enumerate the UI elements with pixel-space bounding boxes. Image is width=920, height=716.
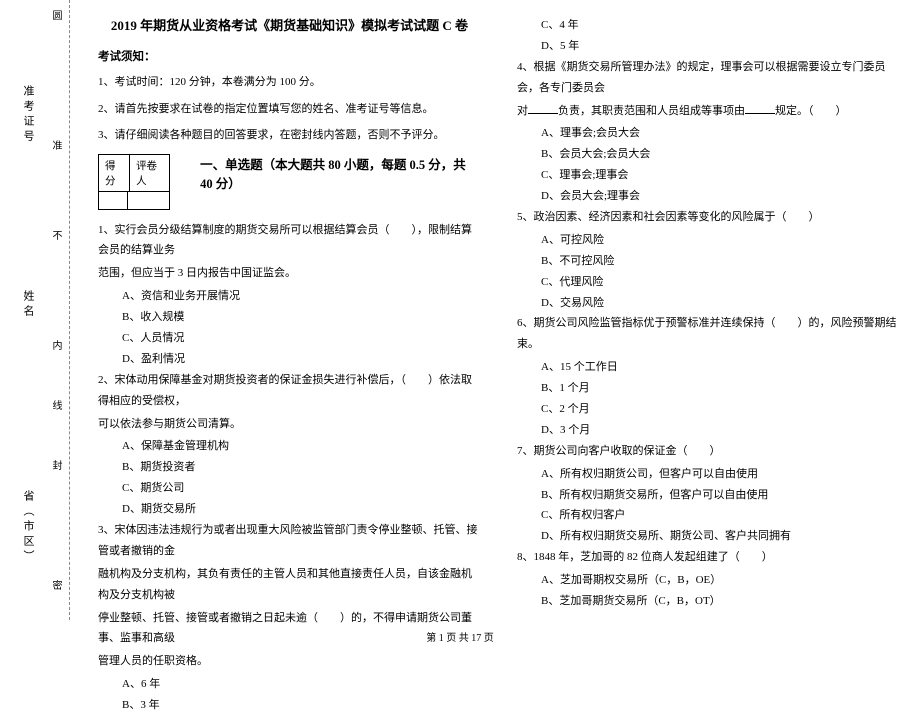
q7-opt-c: C、所有权归客户 bbox=[517, 505, 900, 526]
q4-opt-c: C、理事会;理事会 bbox=[517, 165, 900, 186]
margin-char-zhun: 准 bbox=[48, 140, 63, 158]
q2-opt-d: D、期货交易所 bbox=[98, 499, 481, 520]
q6-opt-b: B、1 个月 bbox=[517, 378, 900, 399]
notice-3: 3、请仔细阅读各种题目的回答要求，在密封线内答题，否则不予评分。 bbox=[98, 127, 481, 144]
notice-2: 2、请首先按要求在试卷的指定位置填写您的姓名、准考证号等信息。 bbox=[98, 101, 481, 118]
section-1-title: 一、单选题（本大题共 80 小题，每题 0.5 分，共 40 分） bbox=[200, 154, 481, 192]
q2-opt-c: C、期货公司 bbox=[98, 478, 481, 499]
notice-1: 1、考试时间：120 分钟，本卷满分为 100 分。 bbox=[98, 74, 481, 91]
q3-opt-a: A、6 年 bbox=[98, 674, 481, 695]
q7-opt-d: D、所有权归期货交易所、期货公司、客户共同拥有 bbox=[517, 526, 900, 547]
score-section: 得分 评卷人 一、单选题（本大题共 80 小题，每题 0.5 分，共 40 分） bbox=[98, 154, 481, 210]
admission-number-label: 准考证号 bbox=[20, 85, 36, 145]
blank-2 bbox=[745, 102, 775, 114]
q2-stem-2: 可以依法参与期货公司清算。 bbox=[98, 414, 481, 435]
q4-stem-2c: 规定。（ ） bbox=[775, 105, 847, 117]
q4-stem-2a: 对 bbox=[517, 105, 528, 117]
q4-opt-b: B、会员大会;会员大会 bbox=[517, 144, 900, 165]
q3-opt-b: B、3 年 bbox=[98, 695, 481, 716]
q8-stem: 8、1848 年，芝加哥的 82 位商人发起组建了（ ） bbox=[517, 547, 900, 568]
q5-opt-d: D、交易风险 bbox=[517, 293, 900, 314]
q4-stem-1: 4、根据《期货交易所管理办法》的规定，理事会可以根据需要设立专门委员会，各专门委… bbox=[517, 57, 900, 99]
q1-opt-a: A、资信和业务开展情况 bbox=[98, 286, 481, 307]
margin-char-line: 线 bbox=[48, 400, 63, 418]
province-label: 省（市区） bbox=[20, 490, 36, 565]
q6-opt-c: C、2 个月 bbox=[517, 399, 900, 420]
q3-stem-2: 融机构及分支机构，其负有责任的主管人员和其他直接责任人员，自该金融机构及分支机构… bbox=[98, 564, 481, 606]
notice-heading: 考试须知： bbox=[98, 48, 481, 64]
margin-char-seal: 圆 bbox=[48, 10, 63, 28]
q5-opt-b: B、不可控风险 bbox=[517, 251, 900, 272]
q1-stem-2: 范围，但应当于 3 日内报告中国证监会。 bbox=[98, 263, 481, 284]
q7-opt-b: B、所有权归期货交易所，但客户可以自由使用 bbox=[517, 485, 900, 506]
q5-opt-c: C、代理风险 bbox=[517, 272, 900, 293]
q1-opt-c: C、人员情况 bbox=[98, 328, 481, 349]
q6-opt-d: D、3 个月 bbox=[517, 420, 900, 441]
q7-opt-a: A、所有权归期货公司，但客户可以自由使用 bbox=[517, 464, 900, 485]
margin-char-nei: 内 bbox=[48, 340, 63, 358]
score-header-score: 得分 bbox=[98, 154, 130, 192]
score-value-cell bbox=[98, 192, 128, 210]
q1-opt-d: D、盈利情况 bbox=[98, 349, 481, 370]
q4-stem-2b: 负责，其职责范围和人员组成等事项由 bbox=[558, 105, 745, 117]
q2-opt-b: B、期货投资者 bbox=[98, 457, 481, 478]
q5-stem: 5、政治因素、经济因素和社会因素等变化的风险属于（ ） bbox=[517, 207, 900, 228]
q6-opt-a: A、15 个工作日 bbox=[517, 357, 900, 378]
q7-stem: 7、期货公司向客户收取的保证金（ ） bbox=[517, 441, 900, 462]
q8-opt-b: B、芝加哥期货交易所（C，B，OT） bbox=[517, 591, 900, 612]
exam-title: 2019 年期货从业资格考试《期货基础知识》模拟考试试题 C 卷 bbox=[98, 15, 481, 34]
left-column: 2019 年期货从业资格考试《期货基础知识》模拟考试试题 C 卷 考试须知： 1… bbox=[88, 15, 499, 615]
q4-stem-2: 对 负责，其职责范围和人员组成等事项由 规定。（ ） bbox=[517, 101, 900, 122]
q6-stem: 6、期货公司风险监管指标优于预警标准并连续保持（ ）的，风险预警期结束。 bbox=[517, 313, 900, 355]
margin-char-bu: 不 bbox=[48, 230, 63, 248]
q2-opt-a: A、保障基金管理机构 bbox=[98, 436, 481, 457]
q4-opt-a: A、理事会;会员大会 bbox=[517, 123, 900, 144]
q2-stem-1: 2、宋体动用保障基金对期货投资者的保证金损失进行补偿后，（ ）依法取得相应的受偿… bbox=[98, 370, 481, 412]
name-label: 姓名 bbox=[20, 290, 36, 320]
q3-opt-d: D、5 年 bbox=[517, 36, 900, 57]
right-column: C、4 年 D、5 年 4、根据《期货交易所管理办法》的规定，理事会可以根据需要… bbox=[499, 15, 910, 615]
q8-opt-a: A、芝加哥期权交易所（C，B，OE） bbox=[517, 570, 900, 591]
exam-content: 2019 年期货从业资格考试《期货基础知识》模拟考试试题 C 卷 考试须知： 1… bbox=[70, 0, 920, 620]
q3-opt-c: C、4 年 bbox=[517, 15, 900, 36]
q1-stem-1: 1、实行会员分级结算制度的期货交易所可以根据结算会员（ ），限制结算会员的结算业… bbox=[98, 220, 481, 262]
blank-1 bbox=[528, 102, 558, 114]
page-footer: 第 1 页 共 17 页 bbox=[0, 629, 920, 644]
margin-char-feng: 封 bbox=[48, 460, 63, 478]
q1-opt-b: B、收入规模 bbox=[98, 307, 481, 328]
q3-stem-1: 3、宋体因违法违规行为或者出现重大风险被监管部门责令停业整顿、托管、接管或者撤销… bbox=[98, 520, 481, 562]
grader-value-cell bbox=[128, 192, 170, 210]
score-header-grader: 评卷人 bbox=[130, 154, 170, 192]
q4-opt-d: D、会员大会;理事会 bbox=[517, 186, 900, 207]
binding-margin: 圆 准考证号 准 不 姓名 内 线 封 省（市区） 密 bbox=[0, 0, 70, 620]
margin-char-mi: 密 bbox=[48, 580, 63, 598]
q3-stem-4: 管理人员的任职资格。 bbox=[98, 651, 481, 672]
q5-opt-a: A、可控风险 bbox=[517, 230, 900, 251]
